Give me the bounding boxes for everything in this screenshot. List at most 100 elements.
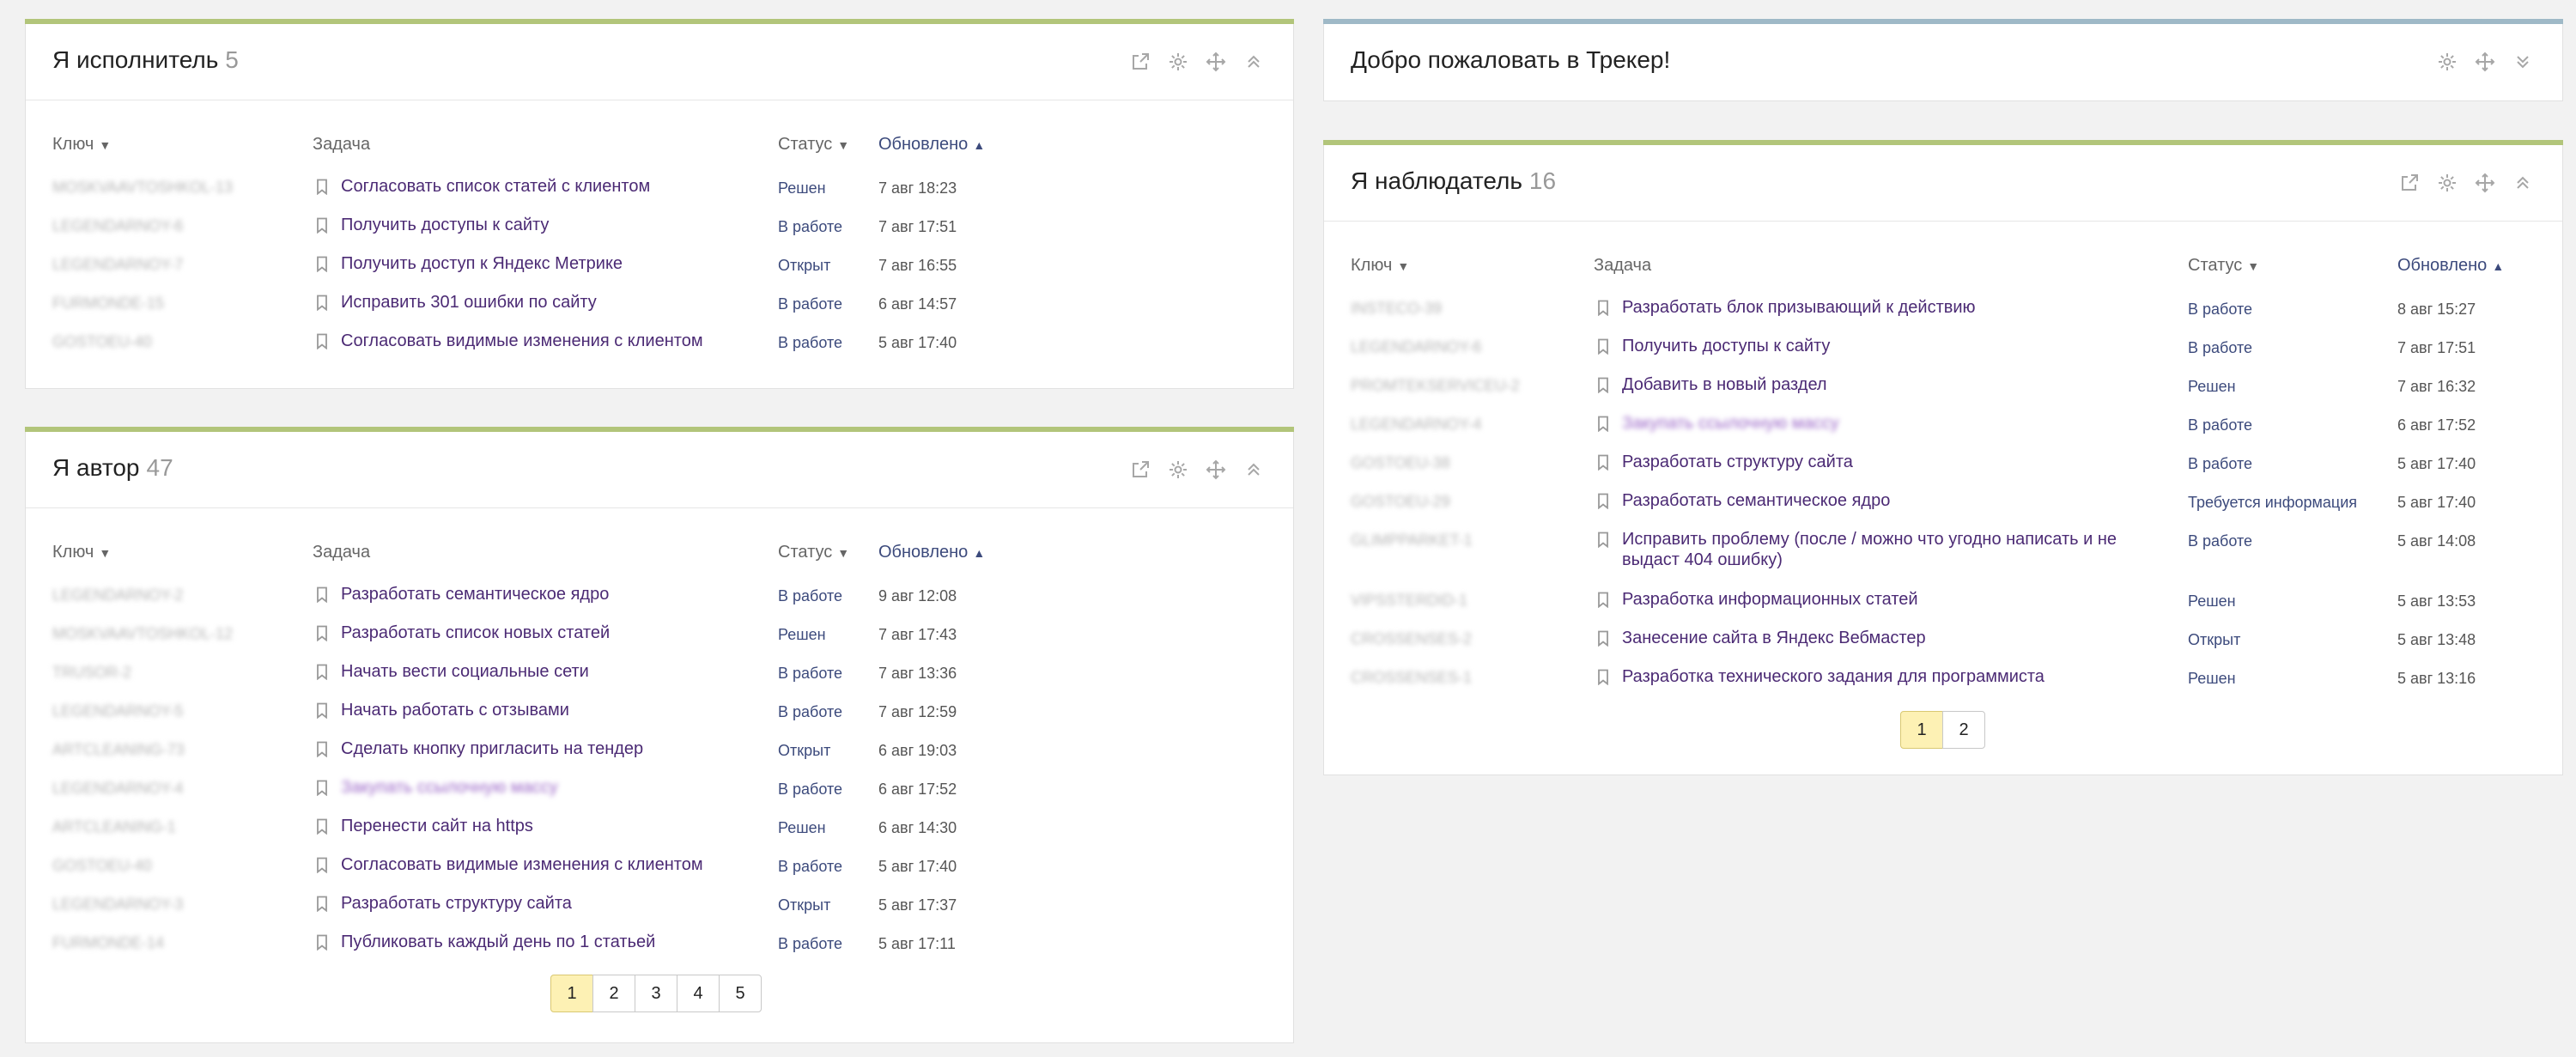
bookmark-icon[interactable] xyxy=(316,333,328,350)
issue-key[interactable]: GLIMPPARKET-1 xyxy=(1351,532,1473,550)
column-key[interactable]: Ключ ▼ xyxy=(52,543,111,562)
bookmark-icon[interactable] xyxy=(1597,630,1609,647)
task-link[interactable]: Получить доступы к сайту xyxy=(341,215,549,235)
task-link[interactable]: Разработать список новых статей xyxy=(341,623,610,643)
page-button-5[interactable]: 5 xyxy=(719,975,762,1012)
task-link[interactable]: Разработать блок призывающий к действию xyxy=(1622,297,1976,318)
bookmark-icon[interactable] xyxy=(1597,454,1609,471)
issue-key[interactable]: MOSKVAAVTOSHKOL-12 xyxy=(52,625,233,643)
move-icon[interactable] xyxy=(2471,169,2499,197)
issue-key[interactable]: VIPSSTERDID-1 xyxy=(1351,592,1467,610)
gear-icon[interactable] xyxy=(1164,48,1192,76)
page-button-2[interactable]: 2 xyxy=(592,975,635,1012)
issue-key[interactable]: MOSKVAAVTOSHKOL-13 xyxy=(52,179,233,197)
bookmark-icon[interactable] xyxy=(316,702,328,720)
bookmark-icon[interactable] xyxy=(316,625,328,642)
task-link[interactable]: Исправить 301 ошибки по сайту xyxy=(341,292,597,313)
issue-key[interactable]: PROMTEKSERVICEU-2 xyxy=(1351,377,1520,395)
bookmark-icon[interactable] xyxy=(316,818,328,835)
bookmark-icon[interactable] xyxy=(1597,338,1609,355)
collapse-icon[interactable] xyxy=(1240,48,1267,76)
issue-key[interactable]: GOSTOEU-38 xyxy=(1351,454,1450,472)
issue-key[interactable]: LEGENDARNOY-3 xyxy=(52,896,183,914)
task-link[interactable]: Начать вести социальные сети xyxy=(341,661,589,682)
collapse-icon[interactable] xyxy=(2509,169,2537,197)
page-button-3[interactable]: 3 xyxy=(635,975,677,1012)
task-link[interactable]: Начать работать с отзывами xyxy=(341,700,569,720)
move-icon[interactable] xyxy=(1202,456,1230,483)
task-link[interactable]: Согласовать видимые изменения с клиентом xyxy=(341,331,703,351)
issue-key[interactable]: LEGENDARNOY-4 xyxy=(52,780,183,798)
issue-key[interactable]: LEGENDARNOY-4 xyxy=(1351,416,1481,434)
issue-key[interactable]: LEGENDARNOY-7 xyxy=(52,256,183,274)
move-icon[interactable] xyxy=(1202,48,1230,76)
issue-key[interactable]: LEGENDARNOY-6 xyxy=(52,217,183,235)
bookmark-icon[interactable] xyxy=(316,217,328,234)
bookmark-icon[interactable] xyxy=(316,780,328,797)
task-link[interactable]: Согласовать список статей с клиентом xyxy=(341,176,650,197)
column-key[interactable]: Ключ ▼ xyxy=(52,135,111,155)
bookmark-icon[interactable] xyxy=(316,295,328,312)
external-link-icon[interactable] xyxy=(2396,169,2423,197)
bookmark-icon[interactable] xyxy=(316,586,328,604)
bookmark-icon[interactable] xyxy=(1597,300,1609,317)
issue-key[interactable]: CROSSENSES-1 xyxy=(1351,669,1472,687)
bookmark-icon[interactable] xyxy=(316,256,328,273)
expand-icon[interactable] xyxy=(2509,48,2537,76)
task-link[interactable]: Исправить проблему (после / можно что уг… xyxy=(1622,529,2137,570)
column-status[interactable]: Статус ▼ xyxy=(778,135,849,155)
issue-key[interactable]: CROSSENSES-2 xyxy=(1351,630,1472,648)
page-button-1[interactable]: 1 xyxy=(1900,711,1943,749)
task-link[interactable]: Согласовать видимые изменения с клиентом xyxy=(341,854,703,875)
issue-key[interactable]: TRUSOR-2 xyxy=(52,664,131,682)
task-link[interactable]: Перенести сайт на https xyxy=(341,816,533,836)
issue-key[interactable]: ARTCLEANING-1 xyxy=(52,818,176,836)
issue-key[interactable]: FURMONDE-14 xyxy=(52,934,164,952)
column-status[interactable]: Статус ▼ xyxy=(778,543,849,562)
issue-key[interactable]: ARTCLEANING-73 xyxy=(52,741,185,759)
task-link[interactable]: Закупать ссылочную массу xyxy=(1622,413,1839,434)
bookmark-icon[interactable] xyxy=(316,896,328,913)
task-link[interactable]: Разработка информационных статей xyxy=(1622,589,1918,610)
gear-icon[interactable] xyxy=(2433,169,2461,197)
bookmark-icon[interactable] xyxy=(316,741,328,758)
bookmark-icon[interactable] xyxy=(1597,592,1609,609)
bookmark-icon[interactable] xyxy=(316,664,328,681)
task-link[interactable]: Сделать кнопку пригласить на тендер xyxy=(341,738,643,759)
gear-icon[interactable] xyxy=(2433,48,2461,76)
issue-key[interactable]: LEGENDARNOY-6 xyxy=(1351,338,1481,356)
task-link[interactable]: Закупать ссылочную массу xyxy=(341,777,558,798)
task-link[interactable]: Разработать структуру сайта xyxy=(341,893,572,914)
external-link-icon[interactable] xyxy=(1127,48,1154,76)
task-link[interactable]: Публиковать каждый день по 1 статьей xyxy=(341,932,655,952)
issue-key[interactable]: LEGENDARNOY-2 xyxy=(52,586,183,604)
task-link[interactable]: Разработать семантическое ядро xyxy=(341,584,609,604)
issue-key[interactable]: LEGENDARNOY-5 xyxy=(52,702,183,720)
task-link[interactable]: Занесение сайта в Яндекс Вебмастер xyxy=(1622,628,1926,648)
column-updated[interactable]: Обновлено ▲ xyxy=(2397,256,2504,276)
task-link[interactable]: Добавить в новый раздел xyxy=(1622,374,1827,395)
issue-key[interactable]: GOSTOEU-29 xyxy=(1351,493,1450,511)
column-key[interactable]: Ключ ▼ xyxy=(1351,256,1409,276)
gear-icon[interactable] xyxy=(1164,456,1192,483)
issue-key[interactable]: INSTECO-39 xyxy=(1351,300,1442,318)
bookmark-icon[interactable] xyxy=(1597,377,1609,394)
move-icon[interactable] xyxy=(2471,48,2499,76)
bookmark-icon[interactable] xyxy=(1597,493,1609,510)
task-link[interactable]: Разработать семантическое ядро xyxy=(1622,490,1890,511)
task-link[interactable]: Получить доступы к сайту xyxy=(1622,336,1830,356)
issue-key[interactable]: FURMONDE-15 xyxy=(52,295,164,313)
bookmark-icon[interactable] xyxy=(316,857,328,874)
issue-key[interactable]: GOSTOEU-40 xyxy=(52,857,152,875)
column-status[interactable]: Статус ▼ xyxy=(2188,256,2259,276)
external-link-icon[interactable] xyxy=(1127,456,1154,483)
task-link[interactable]: Разработать структуру сайта xyxy=(1622,452,1853,472)
collapse-icon[interactable] xyxy=(1240,456,1267,483)
page-button-4[interactable]: 4 xyxy=(677,975,720,1012)
task-link[interactable]: Разработка технического задания для прог… xyxy=(1622,666,2044,687)
task-link[interactable]: Получить доступ к Яндекс Метрике xyxy=(341,253,623,274)
column-updated[interactable]: Обновлено ▲ xyxy=(878,543,985,562)
page-button-2[interactable]: 2 xyxy=(1942,711,1985,749)
bookmark-icon[interactable] xyxy=(316,179,328,196)
bookmark-icon[interactable] xyxy=(316,934,328,951)
